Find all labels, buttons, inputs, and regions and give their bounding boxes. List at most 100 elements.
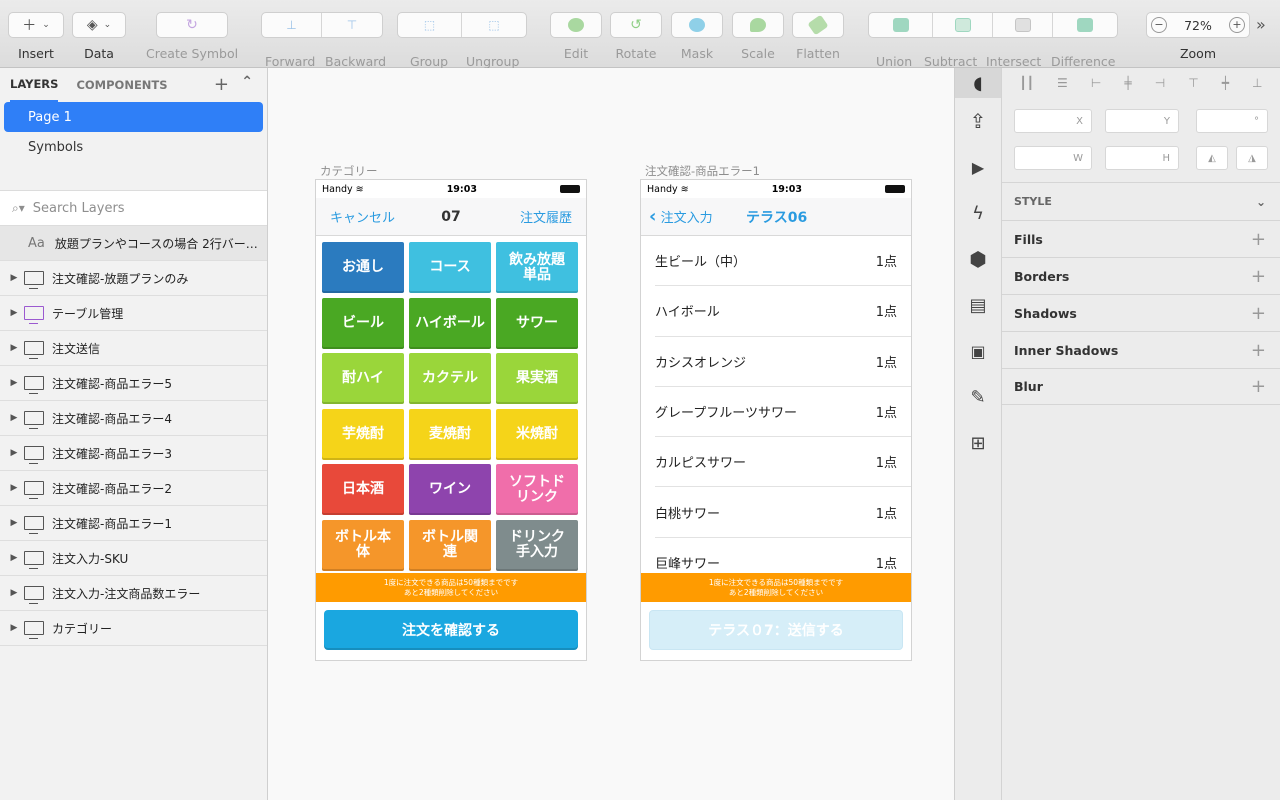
category-button[interactable]: ドリンク 手入力 bbox=[496, 519, 578, 571]
category-button[interactable]: カクテル bbox=[409, 353, 491, 404]
layout-tab[interactable]: ▤ bbox=[955, 282, 1001, 328]
flatten-button[interactable] bbox=[792, 12, 844, 38]
add-fill-icon[interactable]: + bbox=[1251, 229, 1266, 250]
disclosure-triangle-icon[interactable]: ▶ bbox=[4, 483, 24, 493]
style-header[interactable]: STYLE ⌄ bbox=[1002, 182, 1280, 220]
scale-tool[interactable]: Scale bbox=[732, 12, 784, 61]
x-field[interactable]: X bbox=[1014, 109, 1092, 133]
align-left-icon[interactable]: ⊢ bbox=[1091, 76, 1101, 90]
disclosure-triangle-icon[interactable]: ▶ bbox=[4, 308, 24, 318]
send-order-button[interactable]: テラス０7：送信する bbox=[649, 610, 903, 650]
toolbar-overflow-button[interactable]: » bbox=[1256, 15, 1266, 34]
distribute-vertical-icon[interactable]: ☰ bbox=[1057, 76, 1068, 90]
page-item-symbols[interactable]: Symbols bbox=[4, 132, 263, 162]
inner-shadows-section[interactable]: Inner Shadows + bbox=[1002, 331, 1280, 368]
intersect-button[interactable] bbox=[993, 13, 1053, 37]
add-inner-shadow-icon[interactable]: + bbox=[1251, 340, 1266, 361]
category-button[interactable]: お通し bbox=[322, 242, 404, 293]
category-button[interactable]: 酎ハイ bbox=[322, 353, 404, 404]
order-history-button[interactable]: 注文履歴 bbox=[520, 207, 572, 226]
data-button[interactable]: ◈ ⌄ bbox=[72, 12, 126, 38]
forward-button[interactable]: ⊥ bbox=[262, 13, 322, 37]
flatten-tool[interactable]: Flatten bbox=[792, 12, 844, 61]
export-tab[interactable]: ⇪ bbox=[955, 98, 1001, 144]
zoom-in-button[interactable]: + bbox=[1228, 17, 1245, 33]
difference-button[interactable] bbox=[1053, 13, 1117, 37]
order-item-row[interactable]: 巨峰サワー 1点 bbox=[655, 538, 911, 572]
category-button[interactable]: ボトル関 連 bbox=[409, 519, 491, 571]
width-field[interactable]: W bbox=[1014, 146, 1092, 170]
union-button[interactable] bbox=[869, 13, 933, 37]
disclosure-triangle-icon[interactable]: ▶ bbox=[4, 273, 24, 283]
category-button[interactable]: ソフトド リンク bbox=[496, 464, 578, 515]
search-input[interactable]: Search Layers bbox=[33, 201, 125, 216]
layer-row[interactable]: ▶ 注文入力-注文商品数エラー bbox=[0, 576, 267, 611]
scale-button[interactable] bbox=[732, 12, 784, 38]
tab-components[interactable]: COMPONENTS bbox=[76, 68, 167, 102]
borders-section[interactable]: Borders + bbox=[1002, 257, 1280, 294]
category-button[interactable]: コース bbox=[409, 242, 491, 293]
tab-layers[interactable]: LAYERS bbox=[10, 68, 59, 102]
disclosure-triangle-icon[interactable]: ▶ bbox=[4, 588, 24, 598]
inspector-tab[interactable]: ◖ bbox=[955, 68, 1001, 98]
cancel-button[interactable]: キャンセル bbox=[330, 207, 395, 226]
align-top-icon[interactable]: ⊤ bbox=[1188, 76, 1198, 90]
add-border-icon[interactable]: + bbox=[1251, 266, 1266, 287]
category-button[interactable]: ビール bbox=[322, 297, 404, 349]
artboard-title[interactable]: カテゴリー bbox=[320, 163, 378, 179]
backward-button[interactable]: ⊤ bbox=[322, 13, 382, 37]
artboard-category[interactable]: Handy ≋ 19:03 キャンセル 07 注文履歴 お通し コース 飲み放題 単… bbox=[316, 180, 586, 660]
disclosure-triangle-icon[interactable]: ▶ bbox=[4, 448, 24, 458]
zoom-out-button[interactable]: − bbox=[1151, 17, 1167, 33]
zoom-control[interactable]: − 72% + bbox=[1146, 12, 1250, 38]
edit-button[interactable] bbox=[550, 12, 602, 38]
canvas[interactable]: カテゴリー Handy ≋ 19:03 キャンセル 07 注文履歴 お通し コース… bbox=[268, 68, 954, 800]
category-button[interactable]: 芋焼酎 bbox=[322, 408, 404, 460]
category-button[interactable]: ハイボール bbox=[409, 297, 491, 349]
mask-tool[interactable]: Mask bbox=[671, 12, 723, 61]
add-shadow-icon[interactable]: + bbox=[1251, 303, 1266, 324]
layer-row[interactable]: ▶ 注文確認-商品エラー5 bbox=[0, 366, 267, 401]
collapse-pages-button[interactable]: ⌃ bbox=[241, 74, 253, 90]
layer-row[interactable]: ▶ テーブル管理 bbox=[0, 296, 267, 331]
insert-button[interactable]: ＋ ⌄ bbox=[8, 12, 64, 38]
group-button[interactable]: ⬚ bbox=[398, 13, 462, 37]
disclosure-triangle-icon[interactable]: ▶ bbox=[4, 518, 24, 528]
prototype-tab[interactable]: ▶ bbox=[955, 144, 1001, 190]
layer-row[interactable]: ▶ 注文確認-放題プランのみ bbox=[0, 261, 267, 296]
chevron-down-icon[interactable]: ⌄ bbox=[1256, 195, 1266, 209]
add-image-tab[interactable]: ⊞ bbox=[955, 420, 1001, 466]
subtract-button[interactable] bbox=[933, 13, 993, 37]
symbols-tab[interactable]: ▣ bbox=[955, 328, 1001, 374]
layer-row[interactable]: ▶ 注文確認-商品エラー3 bbox=[0, 436, 267, 471]
edit-path-tab[interactable]: ✎ bbox=[955, 374, 1001, 420]
data-tool[interactable]: ◈ ⌄ Data bbox=[72, 12, 126, 61]
plugin-tab[interactable]: ⬢ bbox=[955, 236, 1001, 282]
add-blur-icon[interactable]: + bbox=[1251, 376, 1266, 397]
disclosure-triangle-icon[interactable]: ▶ bbox=[4, 553, 24, 563]
category-button[interactable]: サワー bbox=[496, 297, 578, 349]
artboard-order-confirm-error[interactable]: Handy ≋ 19:03 ‹ 注文入力 テラス06 生ビール（中） 1点 ハイボー… bbox=[641, 180, 911, 660]
rotate-button[interactable]: ↺ bbox=[610, 12, 662, 38]
layer-row[interactable]: ▶ 注文確認-商品エラー4 bbox=[0, 401, 267, 436]
fills-section[interactable]: Fills + bbox=[1002, 220, 1280, 257]
confirm-order-button[interactable]: 注文を確認する bbox=[324, 610, 578, 650]
mask-button[interactable] bbox=[671, 12, 723, 38]
layer-row[interactable]: ▶ 注文確認-商品エラー2 bbox=[0, 471, 267, 506]
actions-tab[interactable]: ϟ bbox=[955, 190, 1001, 236]
align-center-icon[interactable]: ╪ bbox=[1124, 76, 1131, 90]
order-item-row[interactable]: カシスオレンジ 1点 bbox=[655, 337, 911, 387]
layer-row[interactable]: ▶ 注文入力-SKU bbox=[0, 541, 267, 576]
align-bottom-icon[interactable]: ⊥ bbox=[1252, 76, 1262, 90]
disclosure-triangle-icon[interactable]: ▶ bbox=[4, 413, 24, 423]
back-button[interactable]: ‹ 注文入力 bbox=[649, 206, 713, 227]
add-page-button[interactable]: + bbox=[214, 74, 229, 95]
disclosure-triangle-icon[interactable]: ▶ bbox=[4, 378, 24, 388]
height-field[interactable]: H bbox=[1105, 146, 1179, 170]
align-middle-icon[interactable]: ┿ bbox=[1222, 76, 1229, 90]
disclosure-triangle-icon[interactable]: ▶ bbox=[4, 623, 24, 633]
category-button[interactable]: 麦焼酎 bbox=[409, 408, 491, 460]
layer-row[interactable]: ▶ カテゴリー bbox=[0, 611, 267, 646]
category-button[interactable]: 日本酒 bbox=[322, 464, 404, 515]
flip-vertical-button[interactable]: ◮ bbox=[1236, 146, 1268, 170]
